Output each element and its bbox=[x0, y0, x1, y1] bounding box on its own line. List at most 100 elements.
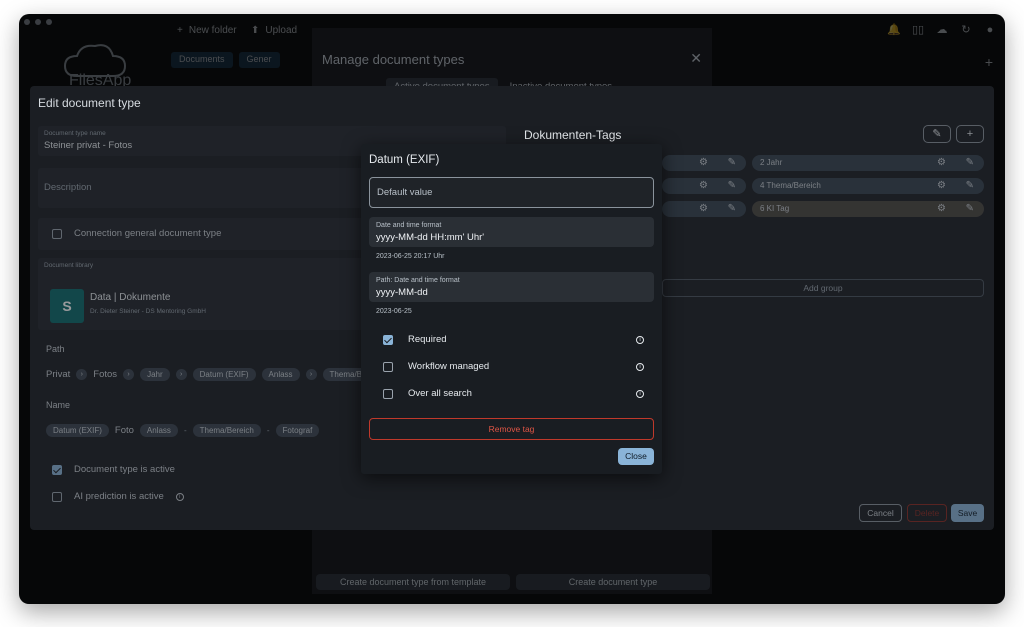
info-icon[interactable]: i bbox=[175, 492, 184, 501]
date-format-field[interactable]: Date and time format yyyy-MM-dd HH:mm' U… bbox=[369, 217, 654, 247]
name-label: Name bbox=[46, 400, 71, 410]
pencil-icon[interactable]: ✎ bbox=[728, 203, 736, 214]
field-value: Steiner privat - Fotos bbox=[44, 140, 133, 151]
tag-label: 2 Jahr bbox=[760, 158, 783, 167]
info-icon[interactable]: i bbox=[636, 363, 644, 371]
avatar[interactable]: ● bbox=[983, 24, 997, 36]
path-date-format-label: Path: Date and time format bbox=[376, 277, 460, 284]
connection-checkbox[interactable] bbox=[52, 228, 62, 239]
columns-icon[interactable]: ▯▯ bbox=[911, 24, 925, 36]
plus-icon: + bbox=[966, 128, 974, 140]
date-format-sample: 2023-06-25 20:17 Uhr bbox=[376, 253, 445, 260]
add-tag-button[interactable]: + bbox=[956, 125, 984, 143]
workflow-option[interactable]: Workflow managed bbox=[383, 361, 489, 372]
app-window: FilesApp + New folder ⬆ Upload Documents G… bbox=[19, 14, 1005, 604]
tab-general[interactable]: Gener bbox=[238, 52, 280, 68]
library-field-label: Document library bbox=[44, 262, 94, 269]
chevron-right-icon: › bbox=[123, 369, 135, 380]
add-group-button[interactable]: Add group bbox=[662, 279, 984, 297]
tag-pill[interactable]: ⚙ ✎ bbox=[662, 201, 746, 217]
path-chip-anlass[interactable]: Anlass bbox=[261, 368, 300, 381]
date-format-label: Date and time format bbox=[376, 222, 442, 229]
gear-icon[interactable]: ⚙ bbox=[937, 180, 946, 191]
tag-pill[interactable]: ⚙ ✎ bbox=[662, 155, 746, 171]
close-button[interactable]: Close bbox=[618, 448, 654, 465]
pencil-icon: ✎ bbox=[932, 128, 942, 140]
pencil-icon[interactable]: ✎ bbox=[966, 180, 974, 191]
required-checkbox[interactable] bbox=[383, 334, 393, 345]
gear-icon[interactable]: ⚙ bbox=[699, 157, 708, 168]
name-chip-anlass[interactable]: Anlass bbox=[139, 424, 178, 437]
info-icon[interactable]: i bbox=[636, 390, 644, 398]
path-chip-datum[interactable]: Datum (EXIF) bbox=[192, 368, 256, 381]
default-value-input[interactable]: Default value bbox=[369, 177, 654, 208]
gear-icon[interactable]: ⚙ bbox=[937, 157, 946, 168]
pencil-icon[interactable]: ✎ bbox=[728, 157, 736, 168]
pencil-icon[interactable]: ✎ bbox=[728, 180, 736, 191]
chevron-right-icon: › bbox=[76, 369, 88, 380]
library-owner: Dr. Dieter Steiner - DS Mentoring GmbH bbox=[90, 308, 206, 315]
search-option[interactable]: Over all search bbox=[383, 388, 472, 399]
path-date-format-field[interactable]: Path: Date and time format yyyy-MM-dd bbox=[369, 272, 654, 302]
chevron-right-icon: › bbox=[175, 369, 187, 380]
path-chip-jahr[interactable]: Jahr bbox=[140, 368, 170, 381]
modal-title: Datum (EXIF) bbox=[369, 154, 440, 166]
field-label: Document type name bbox=[44, 130, 106, 137]
active-label: Document type is active bbox=[74, 464, 175, 475]
tags-title: Dokumenten-Tags bbox=[524, 128, 622, 142]
tag-pill-ki[interactable]: 6 KI Tag ⚙ ✎ bbox=[752, 201, 984, 217]
path-date-format-value: yyyy-MM-dd bbox=[376, 287, 428, 298]
info-icon[interactable]: i bbox=[636, 336, 644, 344]
active-row[interactable]: Document type is active bbox=[52, 464, 175, 475]
top-icons: 🔔 ▯▯ ☁ ↻ ● bbox=[887, 24, 997, 36]
delete-button[interactable]: Delete bbox=[907, 504, 947, 522]
name-chip-datum[interactable]: Datum (EXIF) bbox=[46, 424, 109, 437]
required-option[interactable]: Required bbox=[383, 334, 447, 345]
cloud-icon[interactable]: ☁ bbox=[935, 24, 949, 36]
create-from-template-button[interactable]: Create document type from template bbox=[316, 574, 510, 590]
gear-icon[interactable]: ⚙ bbox=[937, 203, 946, 214]
tag-pill-jahr[interactable]: 2 Jahr ⚙ ✎ bbox=[752, 155, 984, 171]
library-name: Data | Dokumente bbox=[90, 292, 171, 303]
edit-tags-button[interactable]: ✎ bbox=[923, 125, 951, 143]
bell-icon[interactable]: 🔔 bbox=[887, 24, 901, 36]
ai-row[interactable]: AI prediction is active i bbox=[52, 491, 184, 502]
gear-icon[interactable]: ⚙ bbox=[699, 203, 708, 214]
connection-label: Connection general document type bbox=[74, 228, 222, 239]
name-text-foto: Foto bbox=[114, 425, 134, 436]
ai-checkbox[interactable] bbox=[52, 491, 62, 502]
save-button[interactable]: Save bbox=[951, 504, 984, 522]
name-separator: - bbox=[266, 426, 270, 435]
search-label: Over all search bbox=[408, 388, 472, 399]
remove-tag-button[interactable]: Remove tag bbox=[369, 418, 654, 440]
pencil-icon[interactable]: ✎ bbox=[966, 203, 974, 214]
description-placeholder: Description bbox=[44, 182, 92, 193]
cancel-button[interactable]: Cancel bbox=[859, 504, 902, 522]
new-folder-button[interactable]: + New folder bbox=[177, 25, 237, 36]
path-date-format-sample: 2023-06-25 bbox=[376, 308, 412, 315]
active-checkbox[interactable] bbox=[52, 464, 62, 475]
tag-label: 4 Thema/Bereich bbox=[760, 181, 821, 190]
name-chip-fotograf[interactable]: Fotograf bbox=[275, 424, 320, 437]
upload-button[interactable]: ⬆ Upload bbox=[251, 25, 297, 36]
tag-settings-modal: Datum (EXIF) Default value Date and time… bbox=[361, 144, 662, 474]
add-icon[interactable]: + bbox=[985, 54, 993, 70]
path-fotos: Fotos bbox=[93, 369, 118, 380]
gear-icon[interactable]: ⚙ bbox=[699, 180, 708, 191]
document-tabs: Documents Gener bbox=[171, 52, 280, 68]
tag-pill[interactable]: ⚙ ✎ bbox=[662, 178, 746, 194]
ai-label: AI prediction is active bbox=[74, 491, 164, 502]
default-value-placeholder: Default value bbox=[377, 187, 433, 198]
create-document-type-button[interactable]: Create document type bbox=[516, 574, 710, 590]
tag-pill-thema[interactable]: 4 Thema/Bereich ⚙ ✎ bbox=[752, 178, 984, 194]
search-checkbox[interactable] bbox=[383, 388, 393, 399]
close-icon[interactable]: ✕ bbox=[690, 50, 702, 67]
pencil-icon[interactable]: ✎ bbox=[966, 157, 974, 168]
path-label: Path bbox=[46, 344, 65, 354]
name-chip-thema[interactable]: Thema/Bereich bbox=[192, 424, 261, 437]
refresh-icon[interactable]: ↻ bbox=[959, 24, 973, 36]
tab-documents[interactable]: Documents bbox=[171, 52, 233, 68]
dialog-title: Manage document types bbox=[322, 52, 465, 67]
upload-icon: ⬆ bbox=[251, 25, 260, 36]
workflow-checkbox[interactable] bbox=[383, 361, 393, 372]
